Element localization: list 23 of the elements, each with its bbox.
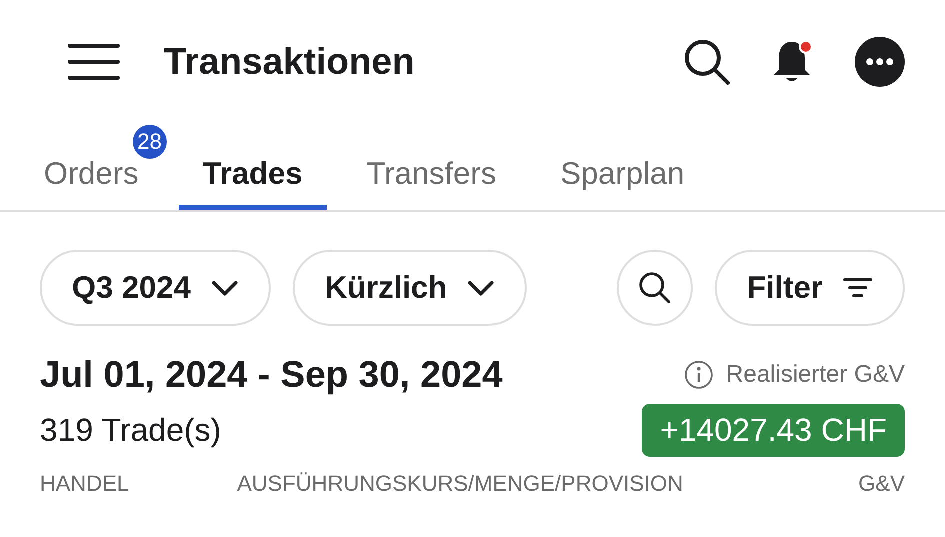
column-header: G&V bbox=[858, 471, 905, 497]
more-options-icon[interactable] bbox=[855, 37, 905, 87]
chevron-down-icon bbox=[467, 278, 496, 298]
count-badge: 28 bbox=[132, 125, 167, 159]
menu-icon[interactable] bbox=[68, 43, 120, 81]
tab[interactable]: Transfers bbox=[342, 124, 520, 210]
pnl-badge: +14027.43 CHF bbox=[642, 404, 905, 457]
info-icon[interactable] bbox=[684, 360, 714, 390]
tab[interactable]: Trades bbox=[178, 124, 327, 210]
chevron-down-icon bbox=[210, 278, 239, 298]
column-header: AUSFÜHRUNGSKURS/MENGE/PROVISION bbox=[237, 471, 684, 497]
period-dropdown[interactable]: Kürzlich bbox=[292, 250, 528, 326]
realized-pnl-label: Realisierter G&V bbox=[726, 361, 905, 389]
search-icon[interactable] bbox=[683, 38, 731, 86]
trade-count: 319 Trade(s) bbox=[40, 412, 222, 449]
filter-button[interactable]: Filter bbox=[715, 250, 905, 326]
column-header: HANDEL bbox=[40, 471, 130, 497]
search-icon bbox=[638, 271, 672, 305]
period-dropdown[interactable]: Q3 2024 bbox=[40, 250, 271, 326]
filter-icon bbox=[843, 277, 873, 299]
tab[interactable]: Sparplan bbox=[536, 124, 709, 210]
date-range: Jul 01, 2024 - Sep 30, 2024 bbox=[40, 354, 503, 396]
page-title: Transaktionen bbox=[164, 41, 416, 83]
